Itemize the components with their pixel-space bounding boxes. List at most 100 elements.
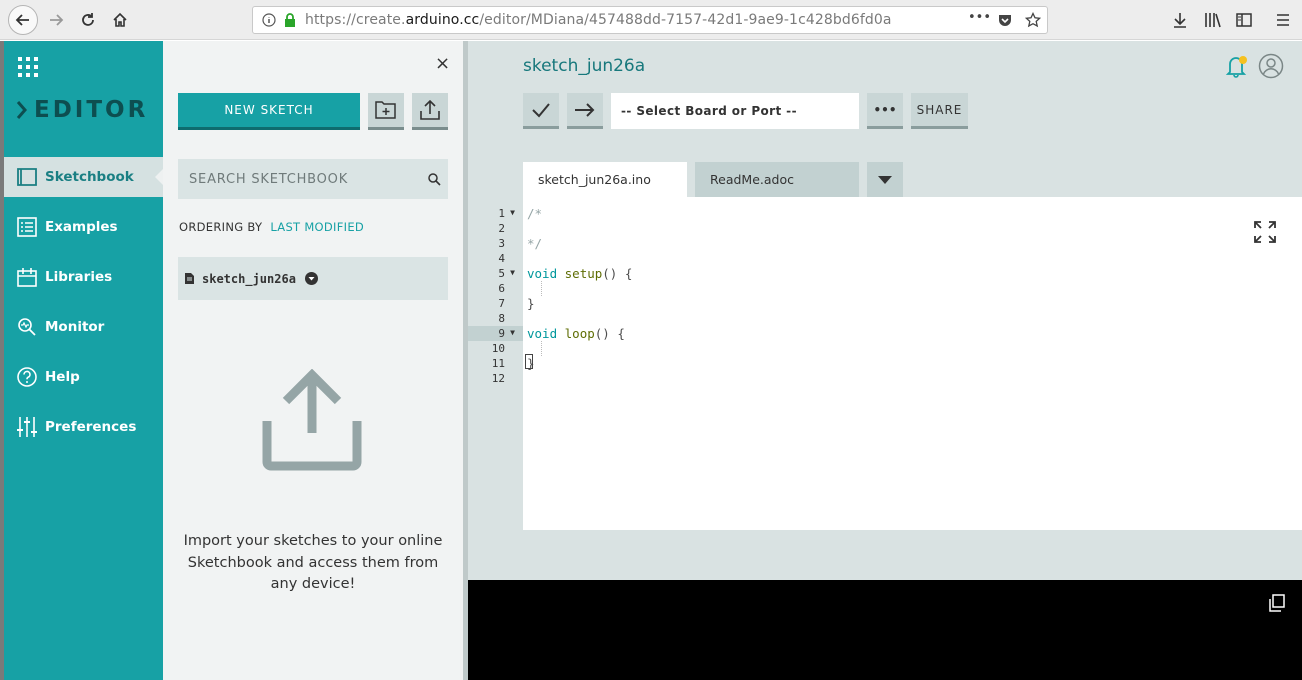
more-options-button[interactable]: ••• xyxy=(867,93,903,129)
url-text: https://create.arduino.cc/editor/MDiana/… xyxy=(305,12,892,28)
nav-item-libraries[interactable]: Libraries xyxy=(4,257,163,297)
apps-grid-icon[interactable] xyxy=(18,57,38,77)
board-port-select[interactable]: -- Select Board or Port -- xyxy=(611,93,859,129)
nav-label: Sketchbook xyxy=(45,169,134,185)
pocket-icon[interactable] xyxy=(997,12,1013,28)
user-avatar-icon[interactable] xyxy=(1258,53,1284,79)
code-line: void setup() { xyxy=(527,266,633,281)
help-icon xyxy=(16,366,38,388)
line-number: 2 xyxy=(498,222,505,235)
nav-item-sketchbook[interactable]: Sketchbook xyxy=(4,157,163,197)
new-sketch-button[interactable]: NEW SKETCH xyxy=(178,93,360,130)
lock-icon xyxy=(285,13,295,27)
fold-arrow-icon: ▼ xyxy=(510,208,515,217)
bookmark-star-icon[interactable] xyxy=(1025,12,1041,28)
nav-item-examples[interactable]: Examples xyxy=(4,207,163,247)
code-line: /* xyxy=(527,206,543,221)
sketchbook-panel: × NEW SKETCH ORDERING BY LAST MODIFIED sk… xyxy=(163,41,463,680)
fold-arrow-icon: ▼ xyxy=(510,328,515,337)
forward-arrow-icon xyxy=(50,14,64,26)
info-icon xyxy=(262,13,276,27)
import-upload-icon xyxy=(262,369,362,471)
menu-icon[interactable] xyxy=(1276,12,1290,28)
caret-down-icon xyxy=(878,175,892,184)
library-icon[interactable] xyxy=(1204,12,1222,28)
console-output[interactable] xyxy=(468,580,1302,680)
verify-button[interactable] xyxy=(523,93,559,129)
nav-item-preferences[interactable]: Preferences xyxy=(4,407,163,447)
forward-button[interactable] xyxy=(42,6,70,34)
copy-icon[interactable] xyxy=(1268,594,1286,612)
new-folder-button[interactable] xyxy=(368,93,404,130)
fullscreen-icon[interactable] xyxy=(1254,221,1276,243)
sketch-name: sketch_jun26a xyxy=(202,271,296,286)
tab-menu-button[interactable] xyxy=(867,162,903,197)
search-icon[interactable] xyxy=(428,173,441,186)
library-icon xyxy=(16,266,38,288)
ordering-row: ORDERING BY LAST MODIFIED xyxy=(179,220,364,234)
line-number: 4 xyxy=(498,252,505,265)
brand-label: EDITOR xyxy=(34,97,149,123)
code-line: } xyxy=(527,296,535,311)
tab-sketch-ino[interactable]: sketch_jun26a.ino xyxy=(523,162,687,197)
line-number: 7 xyxy=(498,297,505,310)
ordering-link[interactable]: LAST MODIFIED xyxy=(270,220,364,234)
nav-item-help[interactable]: Help xyxy=(4,357,163,397)
chevron-right-icon xyxy=(16,101,27,119)
home-button[interactable] xyxy=(106,6,134,34)
line-number: 8 xyxy=(498,312,505,325)
new-folder-icon xyxy=(375,101,396,119)
nav-label: Monitor xyxy=(45,319,105,335)
code-line: void loop() { xyxy=(527,326,625,341)
indent-guide xyxy=(541,281,542,296)
sidebar-icon[interactable] xyxy=(1236,12,1252,28)
notification-bell-icon[interactable] xyxy=(1224,53,1250,79)
line-number: 5 ▼ xyxy=(498,267,515,280)
import-button[interactable] xyxy=(412,93,448,130)
close-icon[interactable]: × xyxy=(435,53,450,74)
list-icon xyxy=(16,216,38,238)
code-line: */ xyxy=(527,236,543,251)
line-number: 1 ▼ xyxy=(498,207,515,220)
sketch-title[interactable]: sketch_jun26a xyxy=(523,56,645,76)
ordering-label: ORDERING BY xyxy=(179,220,263,234)
nav-item-monitor[interactable]: Monitor xyxy=(4,307,163,347)
page-actions-icon[interactable]: ••• xyxy=(968,10,991,25)
line-number: 10 xyxy=(491,342,505,355)
back-arrow-icon xyxy=(15,14,29,26)
search-input[interactable] xyxy=(178,159,418,199)
line-number: 11 xyxy=(491,357,505,370)
line-number-active: 9 ▼ xyxy=(468,326,523,341)
back-button[interactable] xyxy=(8,5,38,35)
search-box xyxy=(178,159,448,199)
nav-label: Examples xyxy=(45,219,118,235)
share-button[interactable]: SHARE xyxy=(911,93,968,129)
fold-arrow-icon: ▼ xyxy=(510,268,515,277)
editor-brand: EDITOR xyxy=(16,97,148,123)
url-bar[interactable]: https://create.arduino.cc/editor/MDiana/… xyxy=(252,6,1048,34)
text-cursor xyxy=(525,354,533,369)
code-editor[interactable] xyxy=(523,197,1302,530)
checkmark-icon xyxy=(532,102,550,117)
browser-toolbar: https://create.arduino.cc/editor/MDiana/… xyxy=(0,0,1302,40)
upload-icon xyxy=(420,100,440,120)
monitor-icon xyxy=(16,316,38,338)
download-icon[interactable] xyxy=(1172,12,1188,28)
upload-sketch-button[interactable] xyxy=(567,93,603,129)
chevron-down-icon[interactable] xyxy=(304,272,318,285)
folder-icon xyxy=(16,166,38,188)
import-message: Import your sketches to your online Sket… xyxy=(183,533,443,592)
line-number: 12 xyxy=(491,372,505,385)
nav-label: Help xyxy=(45,369,80,385)
tab-readme[interactable]: ReadMe.adoc xyxy=(695,162,859,197)
line-number: 6 xyxy=(498,282,505,295)
nav-label: Preferences xyxy=(45,419,137,435)
sketch-list-item[interactable]: sketch_jun26a xyxy=(178,257,448,300)
indent-guide xyxy=(541,341,542,356)
reload-icon xyxy=(82,13,94,26)
reload-button[interactable] xyxy=(74,6,102,34)
line-number: 3 xyxy=(498,237,505,250)
home-icon xyxy=(113,12,127,27)
sliders-icon xyxy=(16,416,38,438)
arrow-right-icon xyxy=(575,102,595,117)
